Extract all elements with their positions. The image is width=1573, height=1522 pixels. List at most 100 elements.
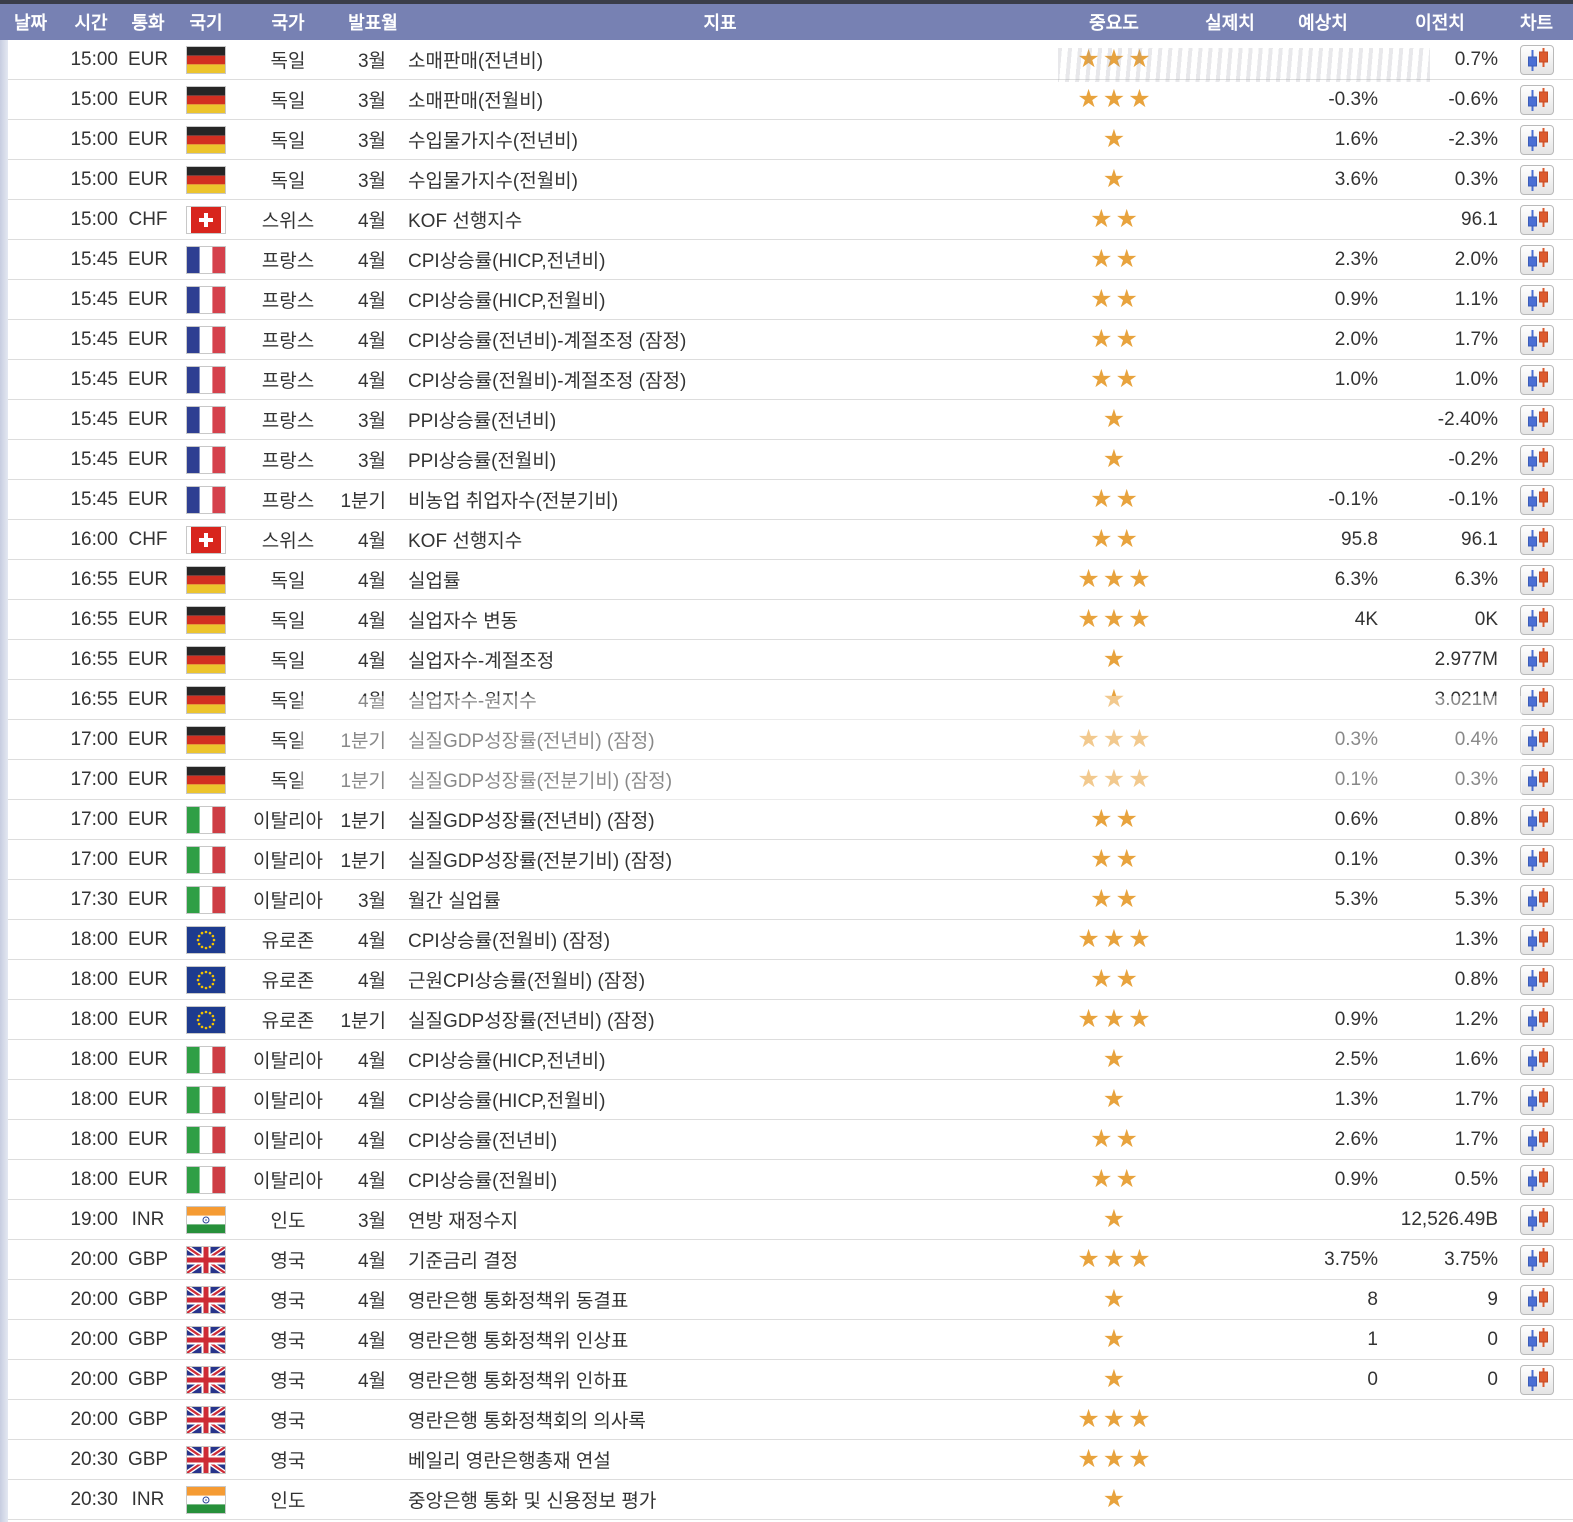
candlestick-chart-button[interactable] — [1520, 125, 1554, 155]
indicator-link[interactable]: KOF 선행지수 — [406, 200, 1034, 240]
indicator-link[interactable]: 실질GDP성장률(전분기비) (잠정) — [406, 760, 1034, 800]
calendar-event-row: 18:00 EUR 이탈리아 4월 CPI상승률(HICP,전월비) ★ 1.3… — [0, 1080, 1573, 1120]
indicator-link[interactable]: CPI상승률(전년비)-계절조정 (잠정) — [406, 320, 1034, 360]
indicator-link[interactable]: CPI상승률(전월비) (잠정) — [406, 920, 1034, 960]
flag-cell — [176, 640, 236, 680]
indicator-link[interactable]: CPI상승률(HICP,전년비) — [406, 240, 1034, 280]
candlestick-chart-button[interactable] — [1520, 1365, 1554, 1395]
candlestick-chart-button[interactable] — [1520, 845, 1554, 875]
candlestick-chart-button[interactable] — [1520, 285, 1554, 315]
candlestick-chart-button[interactable] — [1520, 525, 1554, 555]
indicator-link[interactable]: CPI상승률(HICP,전월비) — [406, 280, 1034, 320]
forecast-cell: 1 — [1266, 1320, 1380, 1360]
time-cell: 16:55 — [62, 680, 120, 720]
indicator-link[interactable]: 소매판매(전년비) — [406, 40, 1034, 80]
indicator-link[interactable]: CPI상승률(전년비) — [406, 1120, 1034, 1160]
indicator-link[interactable]: 연방 재정수지 — [406, 1200, 1034, 1240]
italy-flag-icon — [186, 1166, 226, 1194]
candlestick-chart-button[interactable] — [1520, 605, 1554, 635]
release-month-cell: 4월 — [340, 1240, 406, 1280]
candlestick-chart-button[interactable] — [1520, 45, 1554, 75]
forecast-cell: 2.0% — [1266, 320, 1380, 360]
indicator-link[interactable]: 월간 실업률 — [406, 880, 1034, 920]
forecast-cell: 4K — [1266, 600, 1380, 640]
forecast-cell — [1266, 1440, 1380, 1480]
indicator-link[interactable]: 실질GDP성장률(전년비) (잠정) — [406, 720, 1034, 760]
candlestick-chart-button[interactable] — [1520, 205, 1554, 235]
indicator-link[interactable]: CPI상승률(전월비) — [406, 1160, 1034, 1200]
candlestick-chart-button[interactable] — [1520, 445, 1554, 475]
candlestick-chart-button[interactable] — [1520, 885, 1554, 915]
candlestick-chart-button[interactable] — [1520, 1125, 1554, 1155]
candlestick-chart-button[interactable] — [1520, 1165, 1554, 1195]
candlestick-chart-button[interactable] — [1520, 1045, 1554, 1075]
indicator-link[interactable]: 영란은행 통화정책위 동결표 — [406, 1280, 1034, 1320]
country-cell: 프랑스 — [236, 360, 340, 400]
indicator-link[interactable]: 실질GDP성장률(전년비) (잠정) — [406, 800, 1034, 840]
indicator-link[interactable]: 베일리 영란은행총재 연설 — [406, 1440, 1034, 1480]
candlestick-chart-button[interactable] — [1520, 725, 1554, 755]
time-cell: 18:00 — [62, 1000, 120, 1040]
importance-cell: ★ — [1034, 1200, 1194, 1240]
importance-cell: ★ — [1034, 1080, 1194, 1120]
indicator-link[interactable]: 수입물가지수(전년비) — [406, 120, 1034, 160]
candlestick-chart-button[interactable] — [1520, 565, 1554, 595]
release-month-cell: 1분기 — [340, 480, 406, 520]
chart-cell — [1500, 1320, 1573, 1360]
candlestick-chart-button[interactable] — [1520, 365, 1554, 395]
candlestick-chart-button[interactable] — [1520, 925, 1554, 955]
importance-cell: ★★ — [1034, 520, 1194, 560]
indicator-link[interactable]: 실업자수-원지수 — [406, 680, 1034, 720]
candlestick-chart-button[interactable] — [1520, 805, 1554, 835]
candlestick-chart-button[interactable] — [1520, 765, 1554, 795]
germany-flag-icon — [186, 606, 226, 634]
candlestick-chart-button[interactable] — [1520, 245, 1554, 275]
date-cell — [0, 160, 62, 200]
candlestick-chart-button[interactable] — [1520, 1085, 1554, 1115]
candlestick-chart-button[interactable] — [1520, 1245, 1554, 1275]
indicator-link[interactable]: 실질GDP성장률(전분기비) (잠정) — [406, 840, 1034, 880]
indicator-link[interactable]: 실업자수-계절조정 — [406, 640, 1034, 680]
indicator-link[interactable]: 수입물가지수(전월비) — [406, 160, 1034, 200]
candlestick-chart-button[interactable] — [1520, 645, 1554, 675]
indicator-link[interactable]: PPI상승률(전월비) — [406, 440, 1034, 480]
switzerland-flag-icon — [186, 526, 226, 554]
importance-cell: ★★★ — [1034, 600, 1194, 640]
candlestick-chart-button[interactable] — [1520, 1005, 1554, 1035]
indicator-link[interactable]: 비농업 취업자수(전분기비) — [406, 480, 1034, 520]
indicator-link[interactable]: KOF 선행지수 — [406, 520, 1034, 560]
indicator-link[interactable]: CPI상승률(HICP,전월비) — [406, 1080, 1034, 1120]
indicator-link[interactable]: 기준금리 결정 — [406, 1240, 1034, 1280]
indicator-link[interactable]: PPI상승률(전년비) — [406, 400, 1034, 440]
time-cell: 17:00 — [62, 840, 120, 880]
candlestick-chart-button[interactable] — [1520, 485, 1554, 515]
importance-cell: ★ — [1034, 640, 1194, 680]
flag-cell — [176, 200, 236, 240]
indicator-link[interactable]: 중앙은행 통화 및 신용정보 평가 — [406, 1480, 1034, 1520]
indicator-link[interactable]: CPI상승률(HICP,전년비) — [406, 1040, 1034, 1080]
candlestick-chart-button[interactable] — [1520, 965, 1554, 995]
importance-cell: ★★★ — [1034, 1400, 1194, 1440]
candlestick-chart-button[interactable] — [1520, 1325, 1554, 1355]
candlestick-chart-button[interactable] — [1520, 1205, 1554, 1235]
previous-cell: 1.0% — [1380, 360, 1500, 400]
indicator-link[interactable]: 소매판매(전월비) — [406, 80, 1034, 120]
indicator-link[interactable]: 실업률 — [406, 560, 1034, 600]
indicator-link[interactable]: 영란은행 통화정책위 인하표 — [406, 1360, 1034, 1400]
date-cell — [0, 1200, 62, 1240]
importance-cell: ★★ — [1034, 320, 1194, 360]
candlestick-chart-button[interactable] — [1520, 165, 1554, 195]
candlestick-chart-button[interactable] — [1520, 325, 1554, 355]
indicator-link[interactable]: 근원CPI상승률(전월비) (잠정) — [406, 960, 1034, 1000]
candlestick-chart-button[interactable] — [1520, 1285, 1554, 1315]
candlestick-chart-button[interactable] — [1520, 685, 1554, 715]
candlestick-chart-button[interactable] — [1520, 405, 1554, 435]
country-cell: 유로존 — [236, 960, 340, 1000]
candlestick-chart-button[interactable] — [1520, 85, 1554, 115]
indicator-link[interactable]: 실업자수 변동 — [406, 600, 1034, 640]
indicator-link[interactable]: 영란은행 통화정책위 인상표 — [406, 1320, 1034, 1360]
indicator-link[interactable]: CPI상승률(전월비)-계절조정 (잠정) — [406, 360, 1034, 400]
previous-cell: -2.3% — [1380, 120, 1500, 160]
indicator-link[interactable]: 영란은행 통화정책회의 의사록 — [406, 1400, 1034, 1440]
indicator-link[interactable]: 실질GDP성장률(전년비) (잠정) — [406, 1000, 1034, 1040]
